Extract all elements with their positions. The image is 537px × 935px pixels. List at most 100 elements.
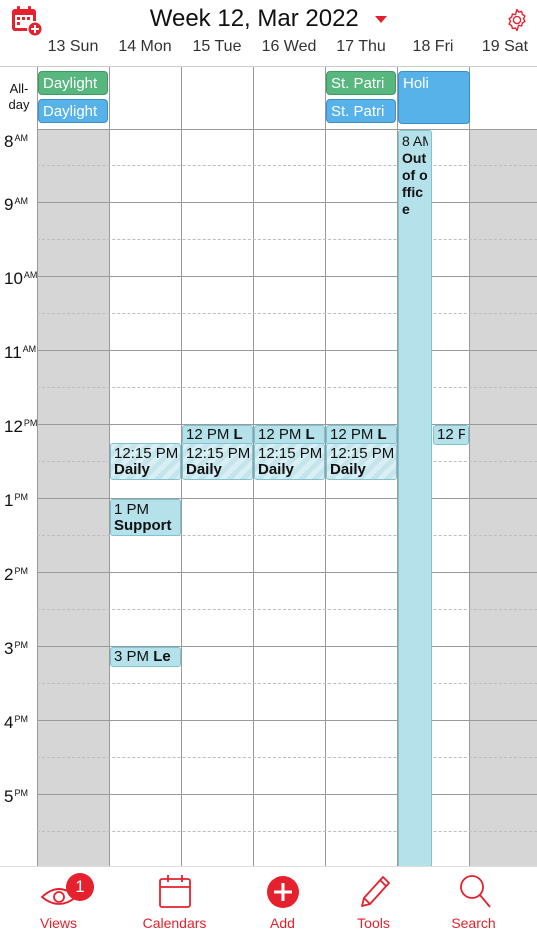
event-tue-daily[interactable]: 12:15 PM Daily bbox=[182, 443, 253, 480]
hour-num: 9 bbox=[4, 195, 14, 214]
event-time: 12:15 PM bbox=[186, 446, 249, 462]
allday-event-st-patrick-green[interactable]: St. Patri bbox=[326, 71, 396, 95]
allday-event-st-patrick-blue[interactable]: St. Patri bbox=[326, 99, 396, 123]
half-hour-line bbox=[37, 313, 537, 314]
tab-label: Views bbox=[39, 915, 78, 931]
allday-event-daylight-blue[interactable]: Daylight bbox=[38, 99, 108, 123]
tab-views[interactable]: 1 Views bbox=[5, 867, 112, 935]
pencil-icon bbox=[360, 876, 390, 907]
hour-line bbox=[37, 720, 537, 721]
hour-num: 1 bbox=[4, 491, 14, 510]
tab-tools[interactable]: Tools bbox=[320, 867, 427, 935]
hour-num: 5 bbox=[4, 787, 14, 806]
event-time: 8 AM bbox=[402, 133, 428, 149]
gear-icon[interactable] bbox=[505, 8, 529, 32]
hour-label-4pm: 4PM bbox=[4, 713, 28, 733]
calendar-icon bbox=[158, 875, 191, 908]
event-out-of-office[interactable]: 8 AM Out of office bbox=[398, 130, 432, 867]
hour-num: 4 bbox=[4, 713, 14, 732]
hour-suffix: AM bbox=[23, 270, 38, 280]
event-thu-12pm[interactable]: 12 PM L bbox=[326, 425, 397, 445]
hour-label-11am: 11AM bbox=[4, 343, 36, 363]
event-mon-3pm[interactable]: 3 PM Le bbox=[110, 647, 181, 667]
column-divider bbox=[37, 67, 38, 867]
event-thu-daily[interactable]: 12:15 PM Daily bbox=[326, 443, 397, 480]
views-badge: 1 bbox=[66, 873, 94, 901]
day-header-fri[interactable]: 18 Fri bbox=[397, 38, 469, 56]
hour-suffix: PM bbox=[23, 418, 38, 428]
day-header-thu[interactable]: 17 Thu bbox=[325, 38, 397, 56]
half-hour-line bbox=[37, 165, 537, 166]
hour-suffix: PM bbox=[14, 714, 28, 724]
day-header-wed[interactable]: 16 Wed bbox=[253, 38, 325, 56]
event-time: 12:15 PM bbox=[330, 446, 393, 462]
hour-num: 8 bbox=[4, 132, 14, 151]
event-mon-support[interactable]: 1 PM Support bbox=[110, 499, 181, 536]
day-header-sat[interactable]: 19 Sat bbox=[469, 38, 537, 56]
hour-num: 10 bbox=[4, 269, 23, 288]
tab-search[interactable]: Search bbox=[420, 867, 527, 935]
hour-label-5pm: 5PM bbox=[4, 787, 28, 807]
event-fri-12pm[interactable]: 12 P bbox=[433, 425, 469, 445]
event-tue-12pm[interactable]: 12 PM L bbox=[182, 425, 253, 445]
day-header-tue[interactable]: 15 Tue bbox=[181, 38, 253, 56]
allday-label-line2: day bbox=[8, 97, 30, 112]
hour-label-9am: 9AM bbox=[4, 195, 28, 215]
weekend-column-sat bbox=[469, 67, 537, 867]
bottom-tab-bar: 1 Views Calendars Add Tools Search bbox=[0, 866, 537, 935]
allday-event-holiday[interactable]: Holi bbox=[398, 71, 470, 124]
hour-label-8am: 8AM bbox=[4, 132, 28, 152]
week-grid[interactable]: All- day 8AM 9AM 10AM 11AM 12PM 1PM 2PM … bbox=[0, 66, 537, 867]
weekend-column-sun bbox=[37, 67, 109, 867]
event-time: 3 PM bbox=[114, 649, 150, 665]
allday-event-daylight-green[interactable]: Daylight bbox=[38, 71, 108, 95]
hour-suffix: PM bbox=[14, 788, 28, 798]
day-header-mon[interactable]: 14 Mon bbox=[109, 38, 181, 56]
event-title: L bbox=[305, 427, 315, 443]
event-wed-daily[interactable]: 12:15 PM Daily bbox=[254, 443, 325, 480]
event-mon-daily[interactable]: 12:15 PM Daily bbox=[110, 443, 181, 480]
half-hour-line bbox=[37, 387, 537, 388]
event-title: Daily bbox=[330, 462, 366, 478]
week-header: Week 12, Mar 2022 13 Sun 14 Mon 15 Tue 1… bbox=[0, 0, 537, 66]
event-time: 12 P bbox=[437, 427, 465, 443]
day-headers: 13 Sun 14 Mon 15 Tue 16 Wed 17 Thu 18 Fr… bbox=[0, 38, 537, 62]
day-header-sun[interactable]: 13 Sun bbox=[37, 38, 109, 56]
half-hour-line bbox=[37, 831, 537, 832]
event-time: 12:15 PM bbox=[258, 446, 321, 462]
event-time: 1 PM bbox=[114, 502, 150, 518]
event-title: L bbox=[377, 427, 387, 443]
event-time: 12 PM bbox=[186, 427, 230, 443]
add-circle-icon bbox=[266, 876, 299, 908]
hour-label-3pm: 3PM bbox=[4, 639, 28, 659]
hour-line bbox=[37, 129, 537, 130]
allday-label-line1: All- bbox=[9, 81, 29, 96]
half-hour-line bbox=[37, 683, 537, 684]
event-title: Le bbox=[153, 649, 171, 665]
event-time: 12 PM bbox=[330, 427, 374, 443]
tab-calendars[interactable]: Calendars bbox=[121, 867, 228, 935]
event-time: 12:15 PM bbox=[114, 446, 177, 462]
hour-line bbox=[37, 202, 537, 203]
hour-suffix: PM bbox=[14, 492, 28, 502]
hour-suffix: AM bbox=[22, 344, 37, 354]
hour-label-1pm: 1PM bbox=[4, 491, 28, 511]
tab-label: Search bbox=[451, 915, 496, 931]
week-title-button[interactable]: Week 12, Mar 2022 bbox=[0, 4, 537, 34]
hour-num: 3 bbox=[4, 639, 14, 658]
hour-label-2pm: 2PM bbox=[4, 565, 28, 585]
hour-suffix: PM bbox=[14, 640, 28, 650]
half-hour-line bbox=[37, 757, 537, 758]
column-divider bbox=[469, 67, 470, 867]
hour-label-12pm: 12PM bbox=[4, 417, 37, 437]
hour-label-10am: 10AM bbox=[4, 269, 37, 289]
caret-down-icon bbox=[375, 16, 388, 24]
event-title: Support bbox=[114, 518, 172, 534]
hour-line bbox=[37, 276, 537, 277]
half-hour-line bbox=[37, 609, 537, 610]
hour-line bbox=[37, 794, 537, 795]
half-hour-line bbox=[37, 239, 537, 240]
hour-line bbox=[37, 350, 537, 351]
event-wed-12pm[interactable]: 12 PM L bbox=[254, 425, 325, 445]
hour-suffix: AM bbox=[14, 196, 28, 206]
